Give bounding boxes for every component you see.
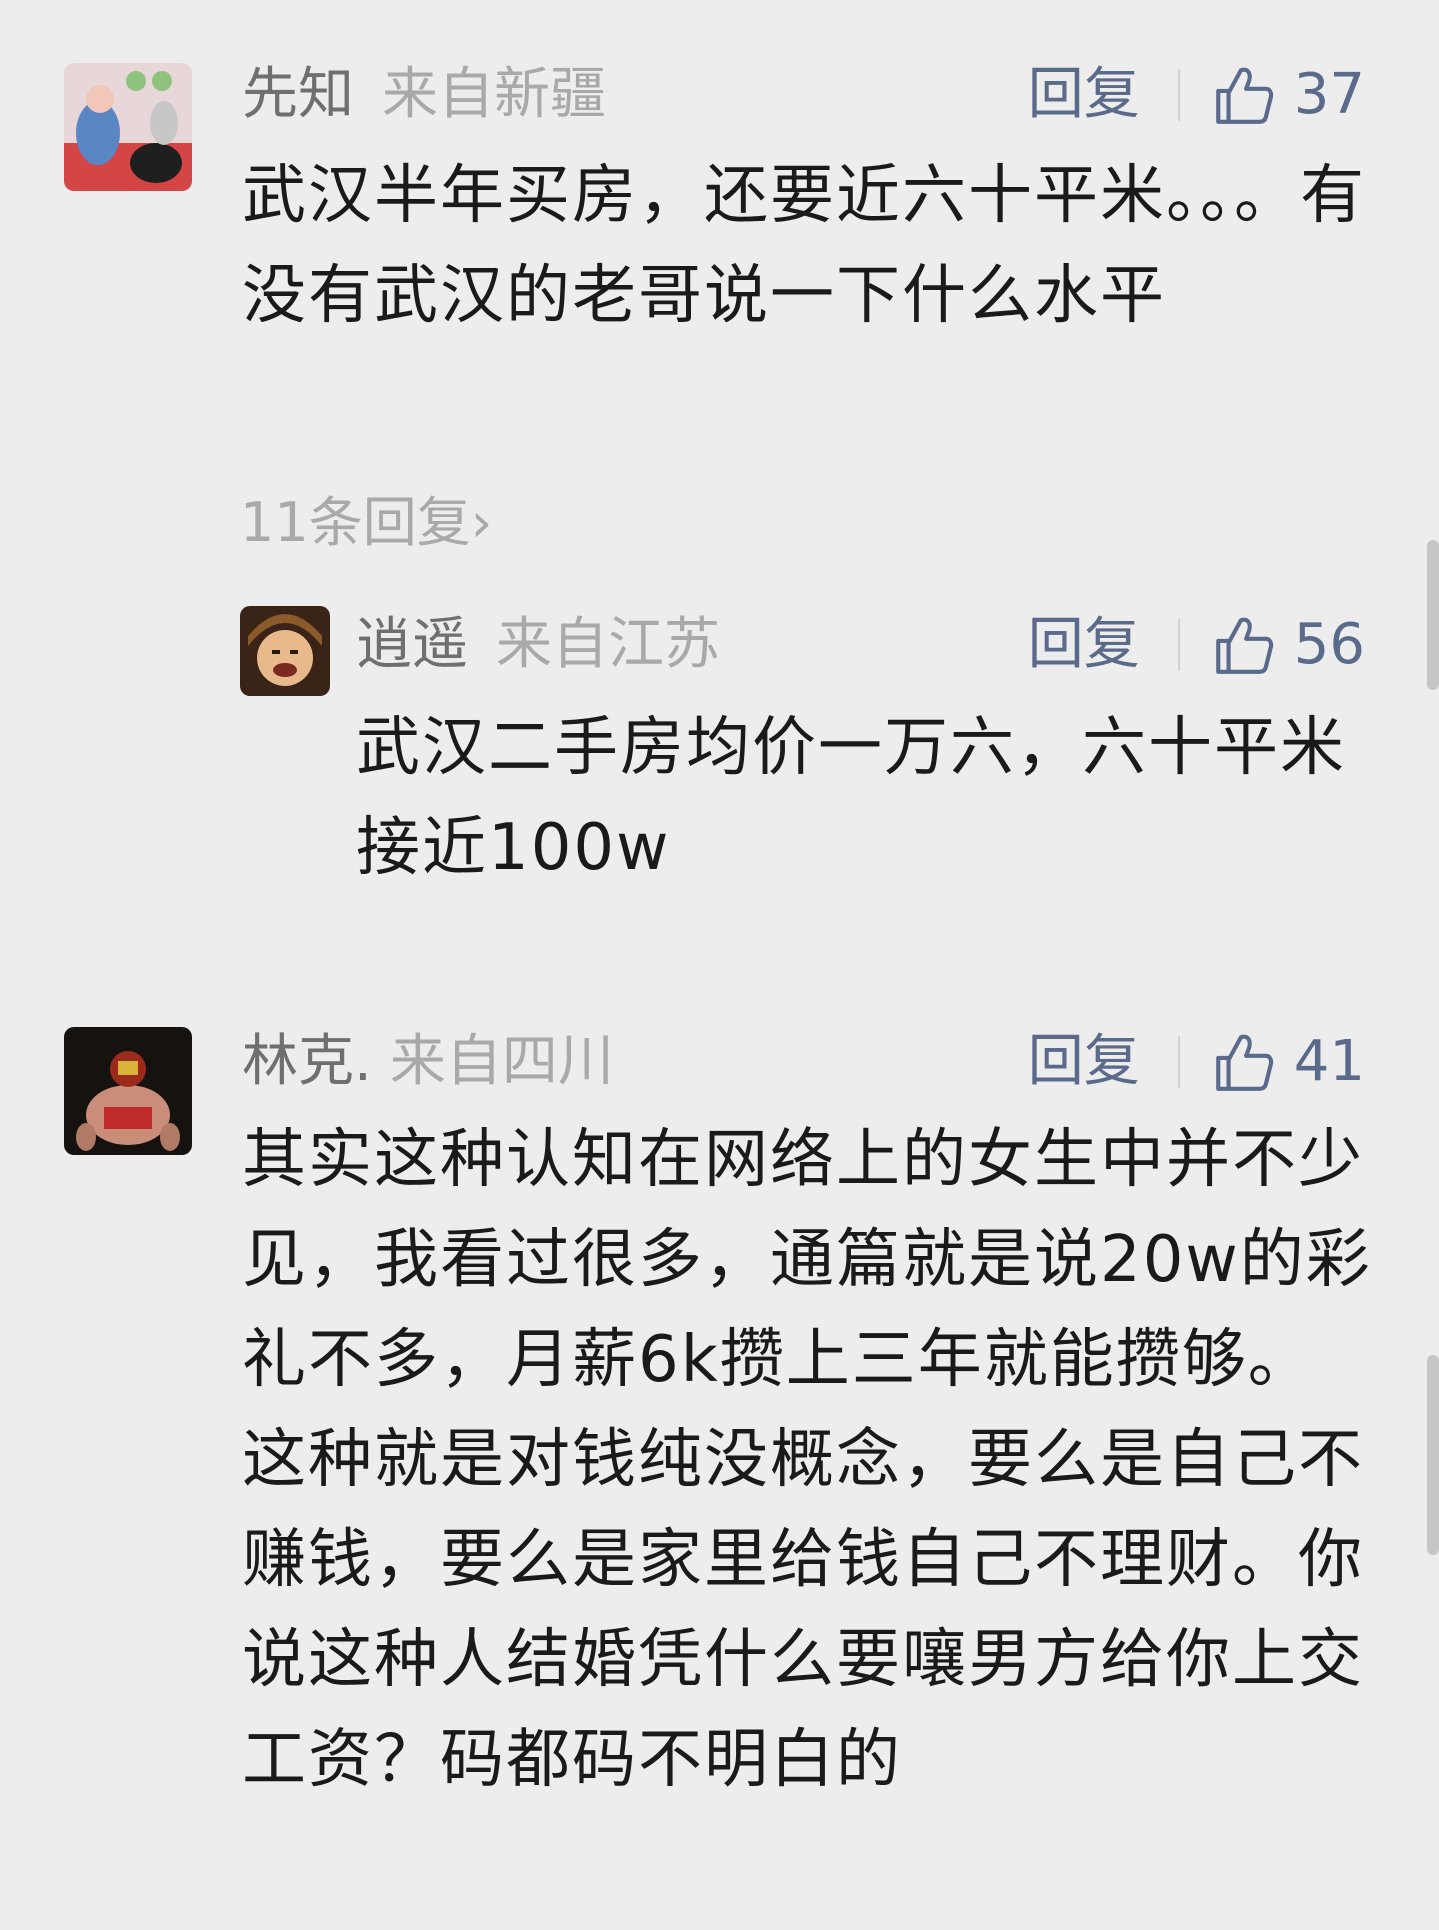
reply-button[interactable]: 回复 [1028, 60, 1140, 130]
reply-header: 逍遥 来自江苏 [356, 610, 720, 680]
reply-location-label: 来自江苏 [496, 612, 720, 677]
comment-actions: 回复 37 [1028, 60, 1365, 130]
thumbs-up-icon[interactable] [1210, 612, 1276, 678]
reply-button[interactable]: 回复 [1028, 610, 1140, 680]
replies-count: 11条回复 [240, 491, 471, 554]
comment-item: 先知 来自新疆 回复 37 武汉半年买房，还要近六十平米。。。有没有武汉的老哥说一… [0, 0, 1439, 960]
divider [1177, 619, 1180, 671]
like-count: 41 [1293, 1029, 1365, 1094]
reply-text: 武汉二手房均价一万六，六十平米接近100w [356, 711, 1346, 885]
like-count: 56 [1293, 612, 1365, 677]
location-label: 来自四川 [389, 1029, 614, 1094]
like-count: 37 [1293, 62, 1365, 127]
username[interactable]: 先知 [242, 62, 354, 127]
username[interactable]: 林克. [242, 1029, 372, 1094]
comment-header: 林克. 来自四川 [242, 1027, 614, 1097]
thumbs-up-icon[interactable] [1210, 1029, 1276, 1095]
avatar[interactable] [64, 63, 192, 191]
reply-actions: 回复 56 [1028, 610, 1365, 680]
comment-header: 先知 来自新疆 [242, 60, 606, 130]
view-replies-link[interactable]: 11条回复› [240, 488, 492, 558]
location-label: 来自新疆 [382, 62, 606, 127]
thumbs-up-icon[interactable] [1210, 62, 1276, 128]
reply-username[interactable]: 逍遥 [356, 612, 468, 677]
chevron-right-icon: › [470, 491, 493, 554]
comment-text: 其实这种认知在网络上的女生中并不少见，我看过很多，通篇就是说20w的彩礼不多，月… [242, 1123, 1372, 1797]
divider [1177, 69, 1180, 121]
comment-actions: 回复 41 [1028, 1027, 1365, 1097]
comment-item: 林克. 来自四川 回复 41 其实这种认知在网络上的女生中并不少见，我看过很多，通… [0, 1000, 1439, 1930]
comment-text: 武汉半年买房，还要近六十平米。。。有没有武汉的老哥说一下什么水平 [242, 159, 1366, 333]
reply-button[interactable]: 回复 [1028, 1027, 1140, 1097]
avatar[interactable] [64, 1027, 192, 1155]
divider [1177, 1036, 1180, 1088]
reply-avatar[interactable] [240, 606, 330, 696]
